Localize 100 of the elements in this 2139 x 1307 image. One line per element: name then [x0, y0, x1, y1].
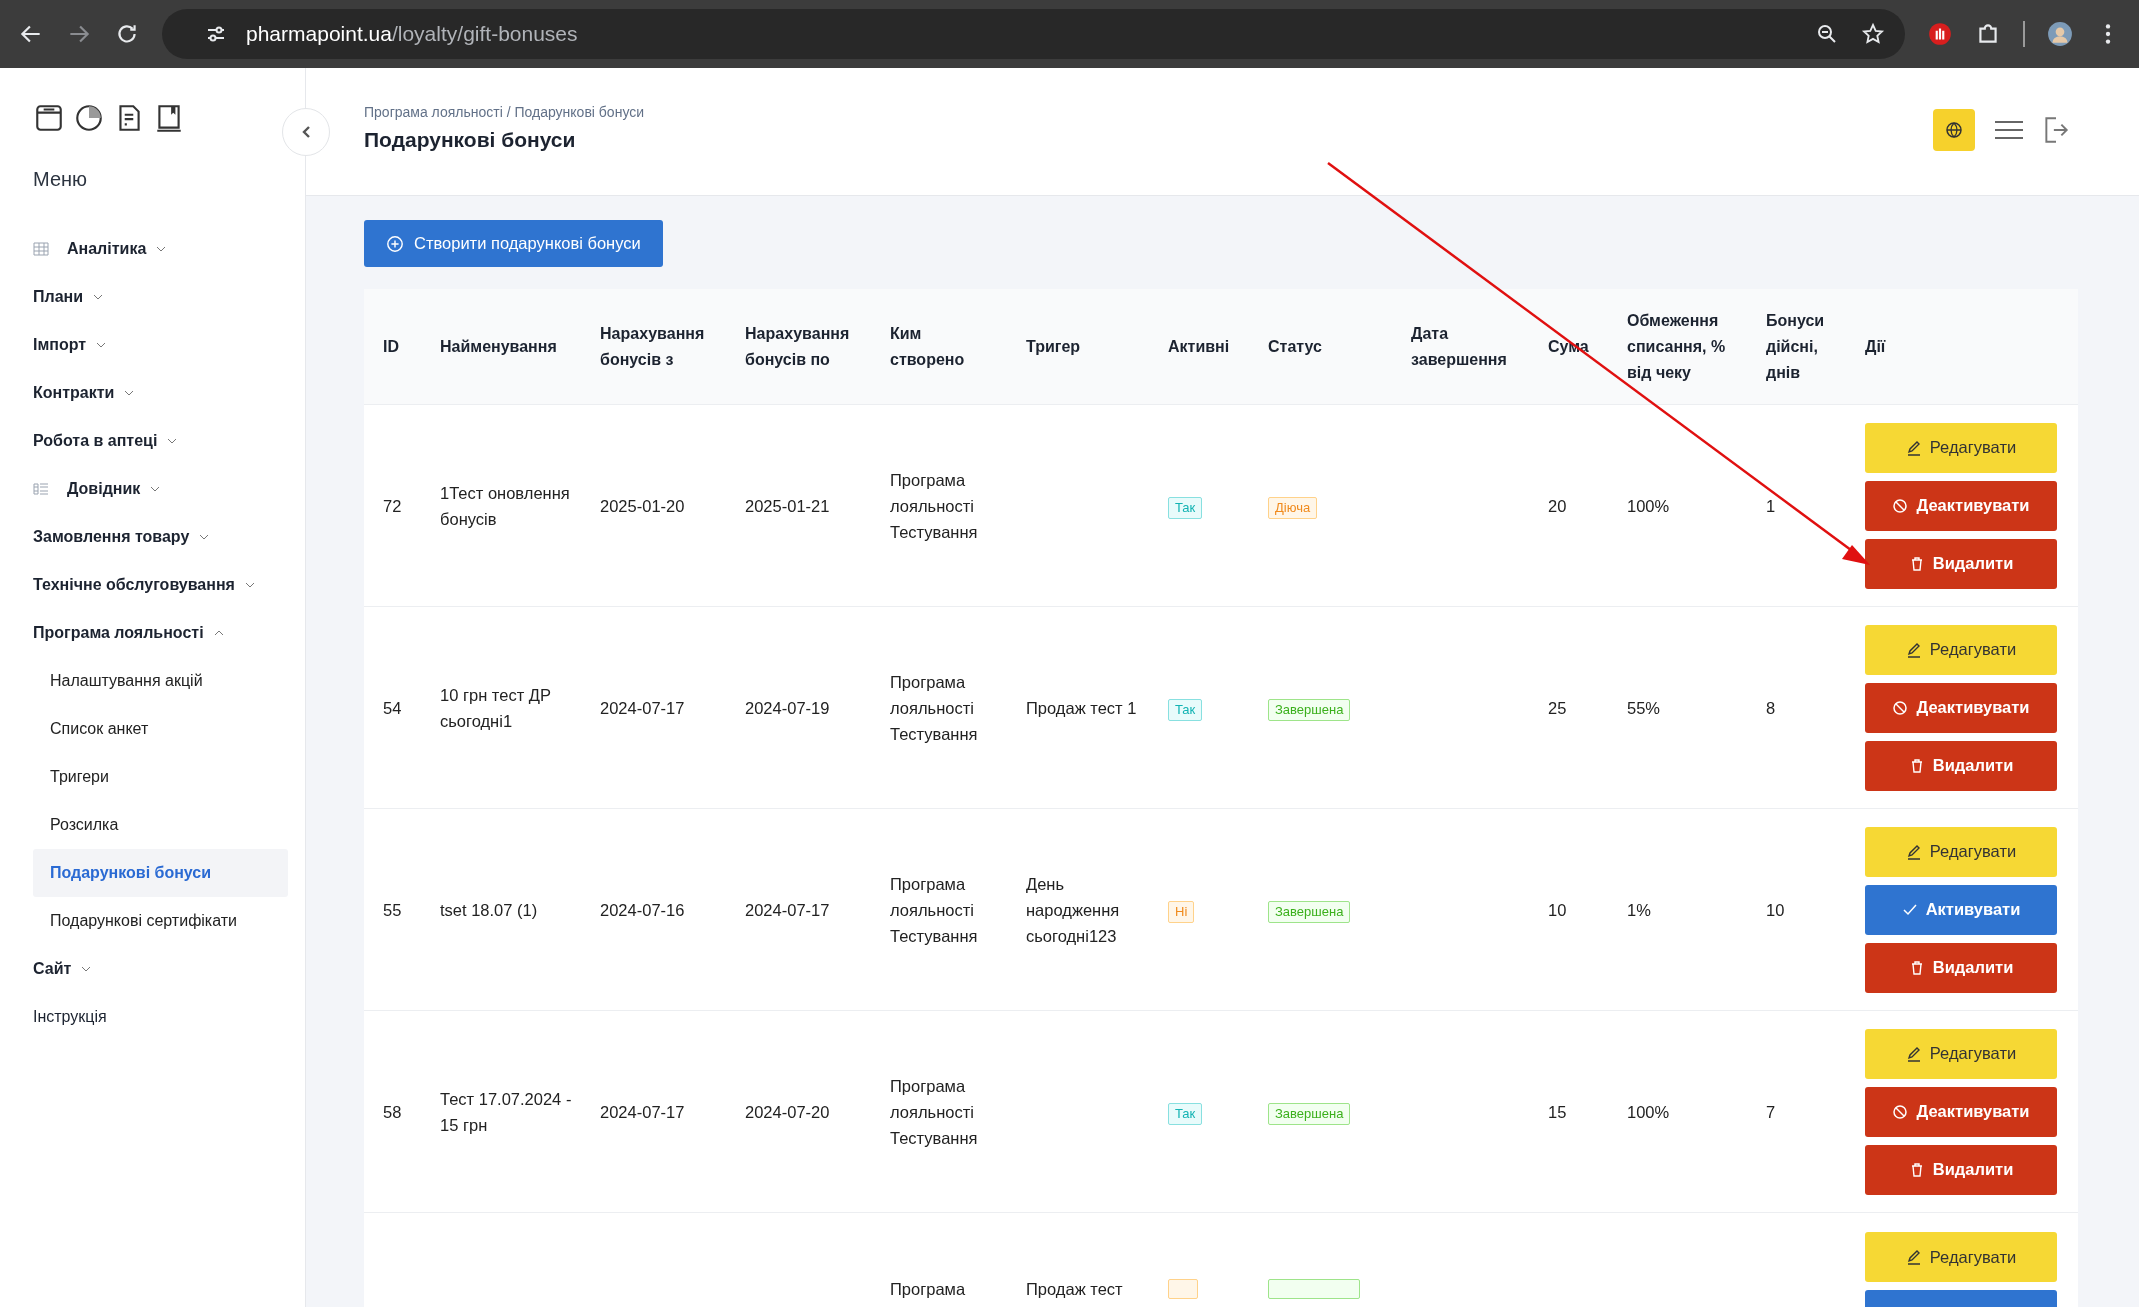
deactivate-button[interactable]: Деактивувати	[1865, 1086, 2057, 1137]
chevron-icon	[93, 294, 104, 300]
chevron-icon	[96, 342, 107, 348]
plus-icon	[386, 234, 404, 253]
edit-button[interactable]: Редагувати	[1865, 1232, 2057, 1282]
submenu-item[interactable]: Розсилка	[33, 801, 288, 849]
menu-item[interactable]: Замовлення товару	[33, 513, 305, 561]
active-badge: Ні	[1168, 900, 1195, 923]
table-cell: Програма лояльності Тестування	[890, 470, 978, 541]
edit-button[interactable]: Редагувати	[1865, 1028, 2057, 1079]
column-header: ID	[383, 336, 400, 357]
delete-button[interactable]: Видалити	[1865, 740, 2057, 791]
chevron-icon	[244, 582, 255, 588]
star-icon[interactable]	[1861, 22, 1885, 46]
submenu-item[interactable]: Тригери	[33, 753, 288, 801]
activate-button[interactable]: Активувати	[1865, 884, 2057, 935]
edit-button[interactable]: Редагувати	[1865, 422, 2057, 473]
menu-item[interactable]: Інструкція	[33, 993, 305, 1041]
edit-button[interactable]: Редагувати	[1865, 624, 2057, 675]
archive-icon[interactable]	[33, 102, 65, 134]
table-cell: Програма	[890, 1280, 966, 1298]
table-cell: 25	[1548, 698, 1567, 717]
submenu-item[interactable]: Список анкет	[33, 705, 288, 753]
table-cell: 20	[1548, 496, 1567, 515]
menu-item[interactable]: Плани	[33, 273, 305, 321]
table-cell: Програма лояльності Тестування	[890, 1076, 978, 1147]
create-button[interactable]: Створити подарункові бонуси	[364, 220, 663, 267]
column-header: Бонуси дійсні, днів	[1766, 310, 1826, 383]
chevron-icon	[156, 246, 167, 252]
delete-button[interactable]: Видалити	[1865, 1144, 2057, 1195]
pencil-icon	[1905, 439, 1922, 456]
chevron-icon	[124, 390, 135, 396]
pencil-icon	[1905, 1249, 1922, 1265]
logout-icon[interactable]	[2043, 114, 2069, 145]
submenu-item[interactable]: Подарункові бонуси	[33, 849, 288, 897]
pencil-icon	[1905, 1045, 1922, 1062]
url-host: pharmapoint.ua	[246, 22, 392, 46]
table-cell: Тест 17.07.2024 - 15 грн	[440, 1089, 572, 1134]
pie-chart-icon[interactable]	[73, 102, 105, 134]
column-header: Дата завершення	[1411, 323, 1508, 370]
table-cell: 1	[1766, 496, 1776, 515]
column-header: Нарахування бонусів з	[600, 323, 706, 370]
chevron-icon	[213, 630, 224, 636]
delete-button[interactable]: Видалити	[1865, 942, 2057, 993]
table-cell: 15	[1548, 1102, 1567, 1121]
column-header: Активні	[1168, 336, 1231, 357]
table-cell: Продаж тест	[1026, 1280, 1123, 1298]
menu-item[interactable]: Довідник	[33, 465, 305, 513]
table-cell: 2024-07-19	[745, 698, 830, 717]
submenu-item[interactable]: Подарункові сертифікати	[33, 897, 288, 945]
delete-button[interactable]: Видалити	[1865, 538, 2057, 589]
table-cell: 10 грн тест ДР сьогодні1	[440, 685, 551, 730]
ban-icon	[1892, 1103, 1909, 1120]
table-cell: 7	[1766, 1102, 1776, 1121]
column-header: Дії	[1865, 336, 1887, 357]
grid-icon	[33, 242, 49, 256]
avatar-icon[interactable]	[2047, 21, 2073, 47]
table-cell: День народження сьогодні123	[1026, 874, 1120, 945]
menu-item[interactable]: Контракти	[33, 369, 305, 417]
column-header: Найменування	[440, 336, 558, 357]
table-cell: 55	[383, 900, 402, 919]
menu-title: Меню	[33, 168, 89, 191]
menu-item[interactable]: Програма лояльності	[33, 609, 305, 657]
chevron-icon	[167, 438, 178, 444]
active-badge: Так	[1168, 698, 1203, 721]
table-cell: 10	[1548, 900, 1567, 919]
url-path: /loyalty/gift-bonuses	[391, 22, 578, 46]
menu-item[interactable]: Імпорт	[33, 321, 305, 369]
deactivate-button[interactable]: Деактивувати	[1865, 480, 2057, 531]
language-button[interactable]	[1933, 108, 1975, 151]
table-cell: Продаж тест 1	[1026, 698, 1137, 717]
active-badge: Так	[1168, 496, 1203, 519]
table-cell: 2025-01-21	[745, 496, 830, 515]
table-cell: 2025-01-20	[600, 496, 685, 515]
edit-button[interactable]: Редагувати	[1865, 826, 2057, 877]
breadcrumb: Програма лояльності / Подарункові бонуси	[364, 103, 645, 120]
menu-item[interactable]: Сайт	[33, 945, 305, 993]
table-cell: 72	[383, 496, 402, 515]
table-cell: 100%	[1627, 1102, 1670, 1121]
ban-icon	[1892, 497, 1909, 514]
table-cell: 8	[1766, 698, 1776, 717]
menu-item[interactable]: Робота в аптеці	[33, 417, 305, 465]
column-header: Статус	[1268, 336, 1323, 357]
active-badge: Так	[1168, 1102, 1203, 1125]
menu-item[interactable]: Аналітика	[33, 225, 305, 273]
table-cell: tset 18.07 (1)	[440, 900, 538, 919]
chevron-icon	[301, 125, 311, 139]
extension-icon[interactable]	[1927, 21, 1953, 47]
table-cell: 58	[383, 1102, 402, 1121]
menu-item[interactable]: Технічне обслуговування	[33, 561, 305, 609]
table-cell: 1Тест оновлення бонусів	[440, 483, 570, 528]
table-cell: 2024-07-20	[745, 1102, 830, 1121]
status-badge: Завершена	[1268, 1102, 1351, 1125]
address-bar[interactable]: pharmapoint.ua/loyalty/gift-bonuses	[162, 9, 1905, 59]
submenu-item[interactable]: Налаштування акцій	[33, 657, 288, 705]
deactivate-button[interactable]: Деактивувати	[1865, 682, 2057, 733]
page-title: Подарункові бонуси	[364, 127, 577, 152]
pencil-icon	[1905, 843, 1922, 860]
table-cell: Програма лояльності Тестування	[890, 874, 978, 945]
table-cell: 10	[1766, 900, 1785, 919]
